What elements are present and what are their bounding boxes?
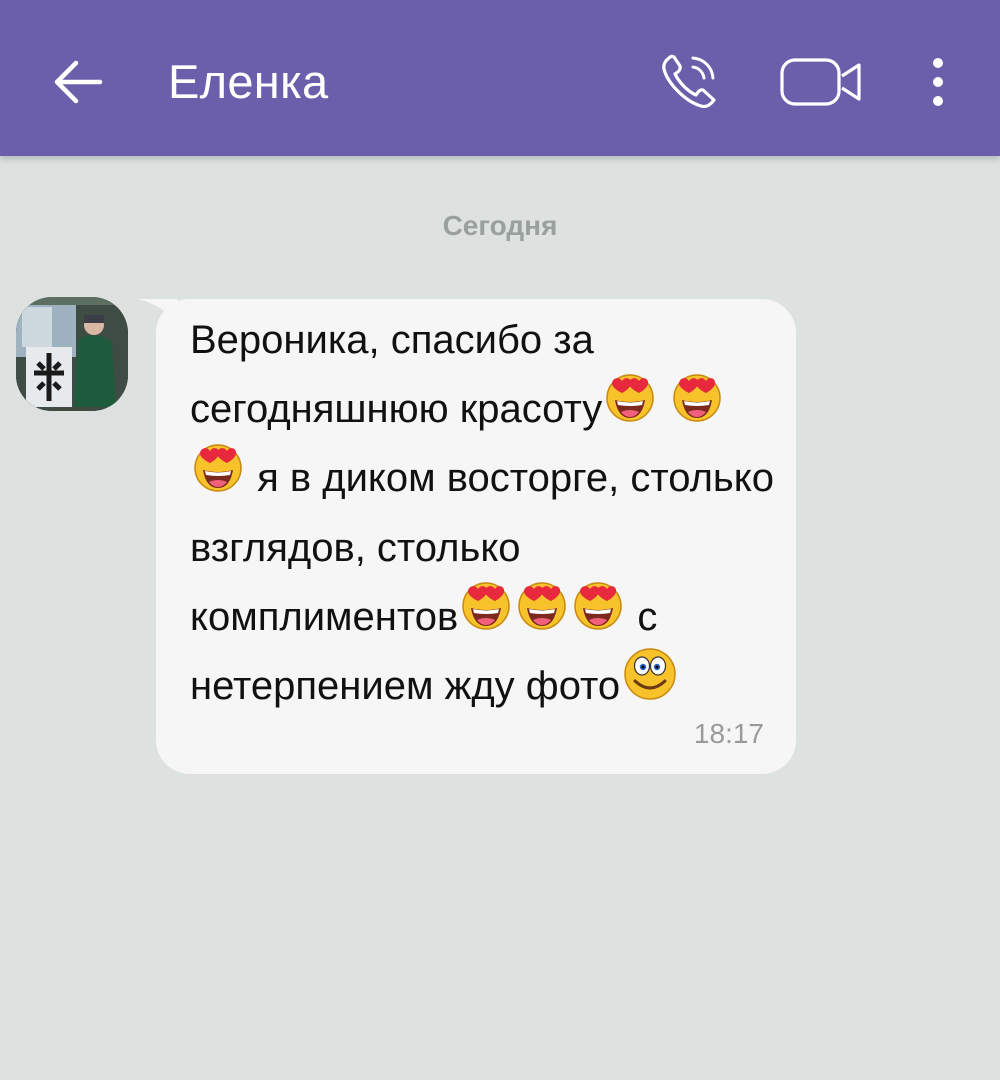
heart-eyes-emoji — [602, 370, 658, 444]
heart-eyes-emoji — [514, 578, 570, 652]
heart-eyes-emoji — [669, 370, 725, 444]
arrow-left-icon — [54, 60, 103, 104]
wide-eyed-smile-emoji — [620, 646, 680, 724]
avatar-photo — [16, 297, 128, 411]
back-button[interactable] — [40, 44, 116, 120]
message-text: Вероника, спасибо за сегодняшнюю красоту… — [190, 306, 780, 724]
message-time: 18:17 — [693, 718, 764, 749]
heart-eyes-emoji — [190, 440, 246, 514]
phone-icon — [662, 54, 716, 109]
video-call-button[interactable] — [772, 44, 872, 120]
call-button[interactable] — [648, 44, 728, 120]
message-text-part-1: Вероника, спасибо за сегодняшнюю красоту — [190, 318, 603, 431]
contact-name[interactable]: Еленка — [168, 52, 328, 112]
message-text-part-2 — [658, 387, 669, 431]
heart-eyes-emoji — [570, 578, 626, 652]
heart-eyes-emoji — [458, 578, 514, 652]
date-separator: Сегодня — [442, 210, 558, 241]
top-app-bar: Еленка — [0, 0, 1000, 156]
video-camera-icon — [780, 58, 861, 106]
more-vertical-icon — [933, 58, 943, 106]
more-options-button[interactable] — [908, 44, 968, 120]
contact-avatar[interactable] — [16, 297, 128, 411]
